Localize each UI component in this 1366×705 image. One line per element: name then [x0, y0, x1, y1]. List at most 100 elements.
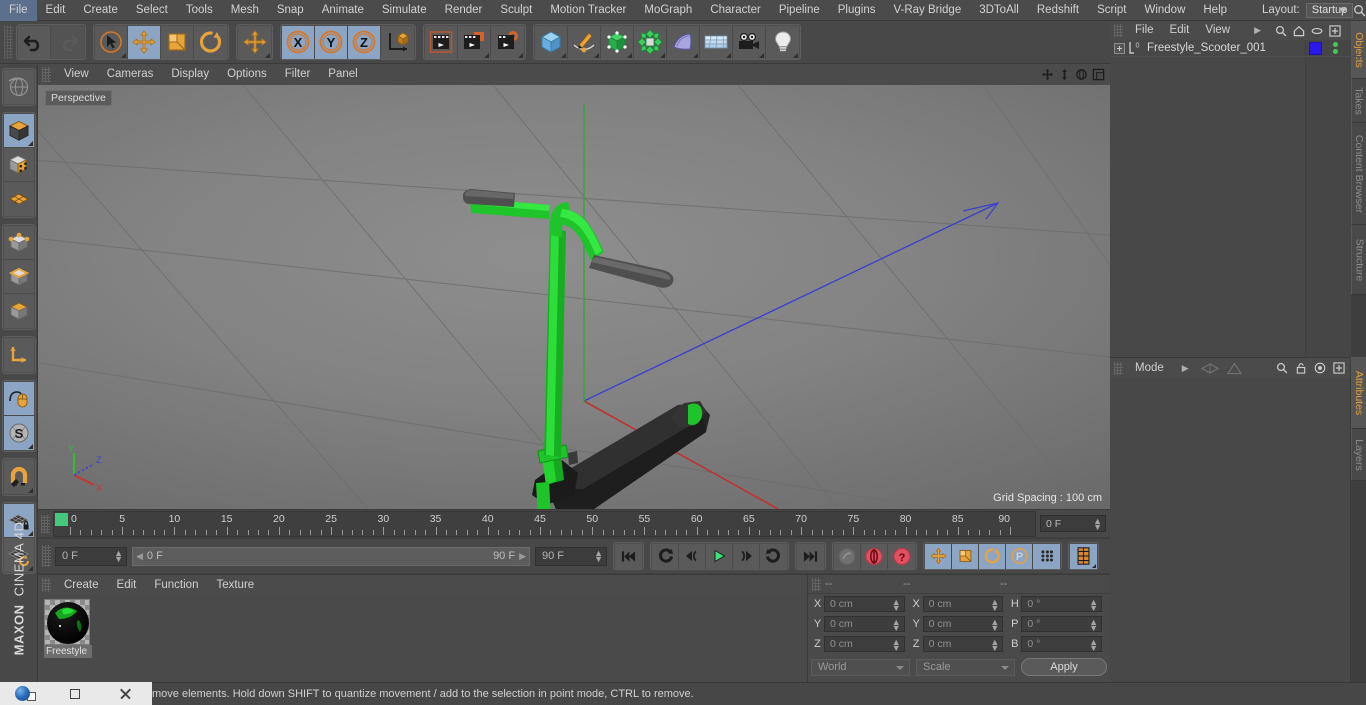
spinner-icon[interactable]: ▲ ▼ [114, 548, 123, 563]
menu-item-tools[interactable]: Tools [177, 0, 222, 21]
object-tree[interactable]: 0 Freestyle_Scooter_001 [1110, 40, 1366, 360]
rotation-key-button[interactable] [979, 543, 1006, 569]
dolly-view-icon[interactable] [1056, 66, 1072, 82]
lock-z-axis-button[interactable]: Z [348, 25, 381, 59]
environment-floor-button[interactable] [700, 25, 733, 59]
material-menu-function[interactable]: Function [145, 575, 207, 595]
menu-item-pipeline[interactable]: Pipeline [770, 0, 829, 21]
c4d-app-icon[interactable] [0, 682, 50, 705]
undo-button[interactable] [18, 25, 51, 59]
search-icon[interactable] [1353, 0, 1366, 20]
menu-item-redshift[interactable]: Redshift [1028, 0, 1088, 21]
vertical-tab-layers[interactable]: Layers [1351, 429, 1366, 481]
enable-snap-button[interactable]: S [3, 416, 34, 450]
primitive-cube-button[interactable] [535, 25, 568, 59]
transform-mode-dropdown[interactable]: Scale [916, 658, 1015, 676]
restore-window-icon[interactable] [50, 682, 100, 705]
maximize-view-icon[interactable] [1090, 66, 1106, 82]
object-color-tag[interactable] [1309, 41, 1322, 55]
undo-view-button[interactable] [3, 70, 34, 104]
play-backwards-button[interactable] [652, 543, 679, 569]
previous-frame-button[interactable] [679, 543, 706, 569]
spinner-icon[interactable]: ▲ ▼ [990, 598, 999, 613]
render-view-button[interactable] [425, 25, 458, 59]
rotate-view-icon[interactable] [1073, 66, 1089, 82]
magnet-button[interactable] [3, 460, 34, 494]
object-visibility-dots[interactable] [1333, 42, 1338, 54]
lock-icon[interactable] [1293, 360, 1308, 375]
coordinate-system-dropdown[interactable]: World [811, 658, 910, 676]
lock-x-axis-button[interactable]: X [282, 25, 315, 59]
spinner-icon[interactable]: ▲ ▼ [1093, 517, 1102, 532]
material-list[interactable]: Freestyle [38, 595, 807, 682]
rotation-field[interactable]: 0 ° ▲ ▼ [1021, 616, 1103, 633]
expand-toggle[interactable] [1114, 42, 1125, 54]
menu-item-edit[interactable]: Edit [37, 0, 75, 21]
timeline-ruler[interactable]: 0 5 10 15 20 25 30 35 40 45 50 55 60 65 70 75 80 85 90 [53, 510, 1036, 537]
playhead[interactable] [55, 512, 68, 526]
menu-item-render[interactable]: Render [436, 0, 492, 21]
model-mode-button[interactable] [3, 182, 34, 216]
menu-item-sculpt[interactable]: Sculpt [491, 0, 541, 21]
preview-range-slider[interactable]: ◀ 0 F 90 F ▶ [132, 546, 530, 566]
point-level-animation-button[interactable] [1033, 543, 1060, 569]
pan-view-icon[interactable] [1039, 66, 1055, 82]
move-axis-button[interactable] [238, 25, 271, 59]
viewport-menu-options[interactable]: Options [218, 64, 276, 85]
timeline-frame-field[interactable]: 0 F ▲ ▼ [1040, 515, 1106, 532]
spinner-icon[interactable]: ▲ ▼ [1089, 638, 1098, 653]
position-field[interactable]: 0 cm ▲ ▼ [824, 636, 905, 653]
vertical-tab-structure[interactable]: Structure [1351, 225, 1366, 295]
menu-item-v-ray-bridge[interactable]: V-Ray Bridge [884, 0, 970, 21]
attributes-grip[interactable] [1114, 361, 1123, 375]
object-axis-button[interactable] [3, 338, 34, 372]
target-icon[interactable] [1312, 360, 1327, 375]
spinner-icon[interactable]: ▲ ▼ [990, 638, 999, 653]
search-icon[interactable] [1273, 23, 1288, 38]
viewport-menu-display[interactable]: Display [162, 64, 218, 85]
material-menu-texture[interactable]: Texture [207, 575, 263, 595]
record-active-objects-button[interactable] [834, 543, 861, 569]
menu-item-window[interactable]: Window [1135, 0, 1194, 21]
material-thumbnail[interactable] [44, 599, 90, 645]
object-menu-view[interactable]: View [1197, 21, 1238, 40]
coordinates-grip[interactable] [812, 577, 821, 591]
next-frame-button[interactable] [733, 543, 760, 569]
scale-tool-button[interactable] [161, 25, 194, 59]
chevron-right-icon[interactable]: ▶ [1182, 363, 1189, 374]
menu-item-plugins[interactable]: Plugins [829, 0, 885, 21]
lock-y-axis-button[interactable]: Y [315, 25, 348, 59]
object-menu-file[interactable]: File [1127, 21, 1162, 40]
spinner-icon[interactable]: ▲ ▼ [892, 598, 901, 613]
add-icon[interactable] [1331, 360, 1346, 375]
menu-item-3dtoall[interactable]: 3DToAll [970, 0, 1028, 21]
search-icon[interactable] [1274, 360, 1289, 375]
playback-grip[interactable] [42, 545, 51, 567]
menu-item-script[interactable]: Script [1088, 0, 1135, 21]
rotate-tool-button[interactable] [194, 25, 227, 59]
spline-pen-button[interactable] [568, 25, 601, 59]
position-field[interactable]: 0 cm ▲ ▼ [824, 596, 905, 613]
rotation-field[interactable]: 0 ° ▲ ▼ [1021, 636, 1103, 653]
menu-item-select[interactable]: Select [127, 0, 177, 21]
material-item[interactable]: Freestyle [44, 599, 92, 658]
toolbar-grip[interactable] [4, 25, 13, 59]
chevron-right-icon[interactable]: ▶ [1254, 25, 1261, 36]
menu-item-simulate[interactable]: Simulate [373, 0, 436, 21]
menu-item-file[interactable]: File [0, 0, 37, 21]
rotation-field[interactable]: 0 ° ▲ ▼ [1021, 596, 1103, 613]
go-to-start-button[interactable] [615, 543, 642, 569]
spinner-icon[interactable]: ▲ ▼ [990, 618, 999, 633]
world-object-axis-button[interactable] [381, 25, 414, 59]
autokeying-button[interactable] [861, 543, 888, 569]
apply-button[interactable]: Apply [1021, 658, 1107, 676]
object-manager-grip[interactable] [1114, 24, 1123, 37]
end-frame-field[interactable]: 90 F ▲ ▼ [535, 546, 607, 566]
render-settings-button[interactable] [491, 25, 524, 59]
viewport-solo-button[interactable] [3, 382, 34, 416]
viewport-grip[interactable] [42, 67, 51, 82]
menu-item-snap[interactable]: Snap [268, 0, 313, 21]
position-field[interactable]: 0 cm ▲ ▼ [824, 616, 905, 633]
range-left-arrow-icon[interactable]: ◀ [136, 551, 143, 562]
ellipse-icon[interactable] [1309, 23, 1324, 38]
